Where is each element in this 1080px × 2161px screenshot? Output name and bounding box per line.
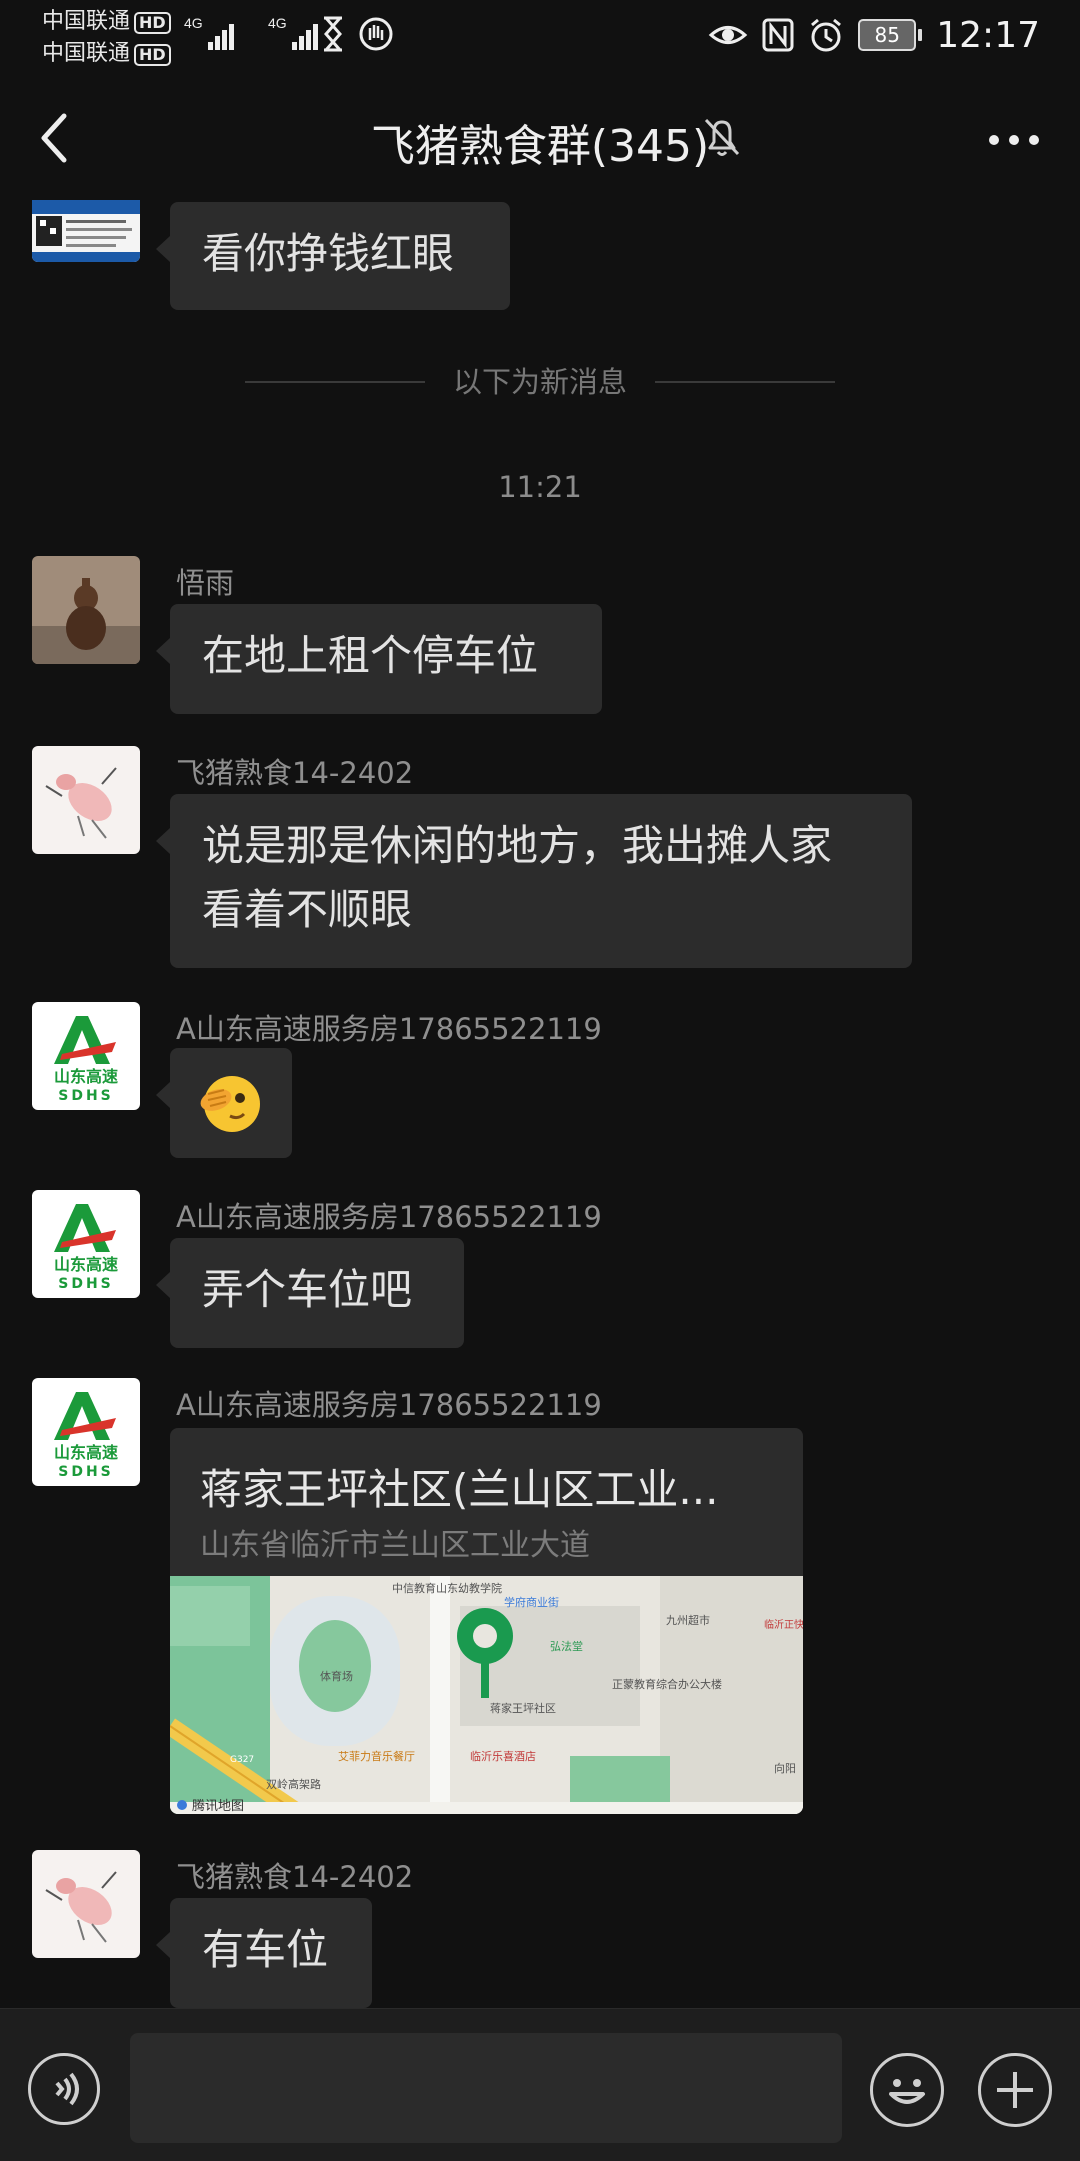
avatar-vase[interactable] xyxy=(32,556,140,664)
eye-icon xyxy=(708,26,748,44)
clock: 12:17 xyxy=(936,14,1040,56)
map-label: 正蒙教育综合办公大楼 xyxy=(612,1677,722,1691)
carrier-1: 中国联通 xyxy=(42,9,131,34)
mute-bell-icon xyxy=(704,118,740,156)
map-label: 学府商业街 xyxy=(504,1595,559,1609)
message-bubble[interactable] xyxy=(156,1048,292,1158)
message-text: 有车位 xyxy=(202,1925,329,1974)
avatar-sdhs-logo[interactable]: 山东高速 SDHS xyxy=(32,1378,140,1486)
voice-icon xyxy=(55,2072,79,2106)
carrier-2: 中国联通 xyxy=(42,41,131,66)
message-text: 在地上租个停车位 xyxy=(202,631,539,680)
svg-text:SDHS: SDHS xyxy=(58,1464,114,1480)
avatar-sdhs-logo[interactable]: 山东高速 SDHS xyxy=(32,1002,140,1110)
map-label: 艾菲力音乐餐厅 xyxy=(338,1749,415,1763)
battery-level: 85 xyxy=(858,19,917,51)
avatar-business-card[interactable] xyxy=(32,200,140,262)
sender-name: A山东高速服务房17865522119 xyxy=(176,1012,602,1046)
map-label: 九州超市 xyxy=(666,1613,710,1627)
network-label-1: 4G xyxy=(184,15,203,31)
svg-text:山东高速: 山东高速 xyxy=(54,1255,118,1274)
map-label: 体育场 xyxy=(320,1669,353,1683)
message-text-line-2: 看着不顺眼 xyxy=(202,885,413,934)
message-text: 弄个车位吧 xyxy=(202,1265,413,1314)
network-label-2: 4G xyxy=(268,15,287,31)
plus-icon xyxy=(997,2072,1033,2108)
hd-badge-2: HD xyxy=(134,44,171,66)
map-label: 弘法堂 xyxy=(550,1639,583,1653)
map-label: 向阳 xyxy=(774,1761,796,1775)
message-input[interactable] xyxy=(130,2033,842,2143)
hand-icon xyxy=(359,17,393,51)
message-bubble[interactable]: 有车位 xyxy=(156,1898,372,2008)
avatar-flying-pig[interactable] xyxy=(32,746,140,854)
hd-badge-1: HD xyxy=(134,12,171,34)
sender-name: 飞猪熟食14-2402 xyxy=(176,1860,414,1894)
chat-header: 飞猪熟食群(345) xyxy=(0,72,1080,202)
svg-text:山东高速: 山东高速 xyxy=(54,1067,118,1086)
map-provider: 腾讯地图 xyxy=(192,1798,244,1814)
sender-name: 飞猪熟食14-2402 xyxy=(176,756,414,790)
more-options-icon[interactable] xyxy=(984,120,1044,160)
emoji-button[interactable] xyxy=(870,2053,944,2127)
map-label: 临沂乐喜酒店 xyxy=(470,1749,536,1763)
carrier-info: 中国联通 HD 中国联通 HD xyxy=(42,6,171,70)
map-label: 临沂正快捷宾 xyxy=(764,1618,803,1631)
hourglass-icon xyxy=(324,16,342,52)
location-map[interactable]: 中信教育山东幼教学院 学府商业街 九州超市 临沂正快捷宾 弘法堂 体育场 正蒙教… xyxy=(170,1576,803,1814)
message-bubble[interactable]: 在地上租个停车位 xyxy=(156,604,602,714)
svg-text:SDHS: SDHS xyxy=(58,1276,114,1292)
svg-text:SDHS: SDHS xyxy=(58,1088,114,1104)
new-messages-divider: 以下为新消息 xyxy=(245,362,835,402)
smiley-icon xyxy=(889,2079,925,2104)
alarm-icon xyxy=(811,18,842,52)
road-code: G327 xyxy=(230,1755,254,1765)
sender-name: A山东高速服务房17865522119 xyxy=(176,1388,602,1422)
location-address: 山东省临沂市兰山区工业大道 xyxy=(200,1528,590,1563)
message-bubble[interactable]: 说是那是休闲的地方，我出摊人家 看着不顺眼 xyxy=(156,794,912,968)
message-bubble[interactable]: 弄个车位吧 xyxy=(156,1238,464,1348)
map-provider-icon xyxy=(177,1800,187,1810)
message-text-line-1: 说是那是休闲的地方，我出摊人家 xyxy=(202,821,833,870)
sender-name: A山东高速服务房17865522119 xyxy=(176,1200,602,1234)
message-timestamp: 11:21 xyxy=(498,470,582,504)
status-bar: 中国联通 HD 中国联通 HD 4G 4G 85 12:17 xyxy=(0,0,1080,72)
map-label: 中信教育山东幼教学院 xyxy=(392,1581,502,1595)
voice-input-button[interactable] xyxy=(28,2053,100,2125)
avatar-sdhs-logo[interactable]: 山东高速 SDHS xyxy=(32,1190,140,1298)
signal-icon-1: 4G xyxy=(184,15,234,50)
chat-title: 飞猪熟食群(345) xyxy=(370,121,710,172)
sender-name: 悟雨 xyxy=(176,566,235,600)
avatar-flying-pig[interactable] xyxy=(32,1850,140,1958)
input-bar xyxy=(0,2008,1080,2161)
more-actions-button[interactable] xyxy=(978,2053,1052,2127)
svg-text:山东高速: 山东高速 xyxy=(54,1443,118,1462)
message-text: 看你挣钱红眼 xyxy=(202,229,455,278)
status-right: 85 12:17 xyxy=(708,10,1040,60)
location-title: 蒋家王坪社区(兰山区工业... xyxy=(200,1465,719,1514)
map-label: 蒋家王坪社区 xyxy=(490,1701,556,1715)
face-with-hand-icon xyxy=(200,1076,260,1132)
road-name: 双岭高架路 xyxy=(266,1777,321,1791)
location-card[interactable]: 蒋家王坪社区(兰山区工业... 山东省临沂市兰山区工业大道 中信教育山东幼教学院… xyxy=(170,1428,803,1814)
nfc-icon xyxy=(762,18,794,52)
battery-icon: 85 xyxy=(858,19,923,51)
message-bubble[interactable]: 看你挣钱红眼 xyxy=(156,202,510,310)
